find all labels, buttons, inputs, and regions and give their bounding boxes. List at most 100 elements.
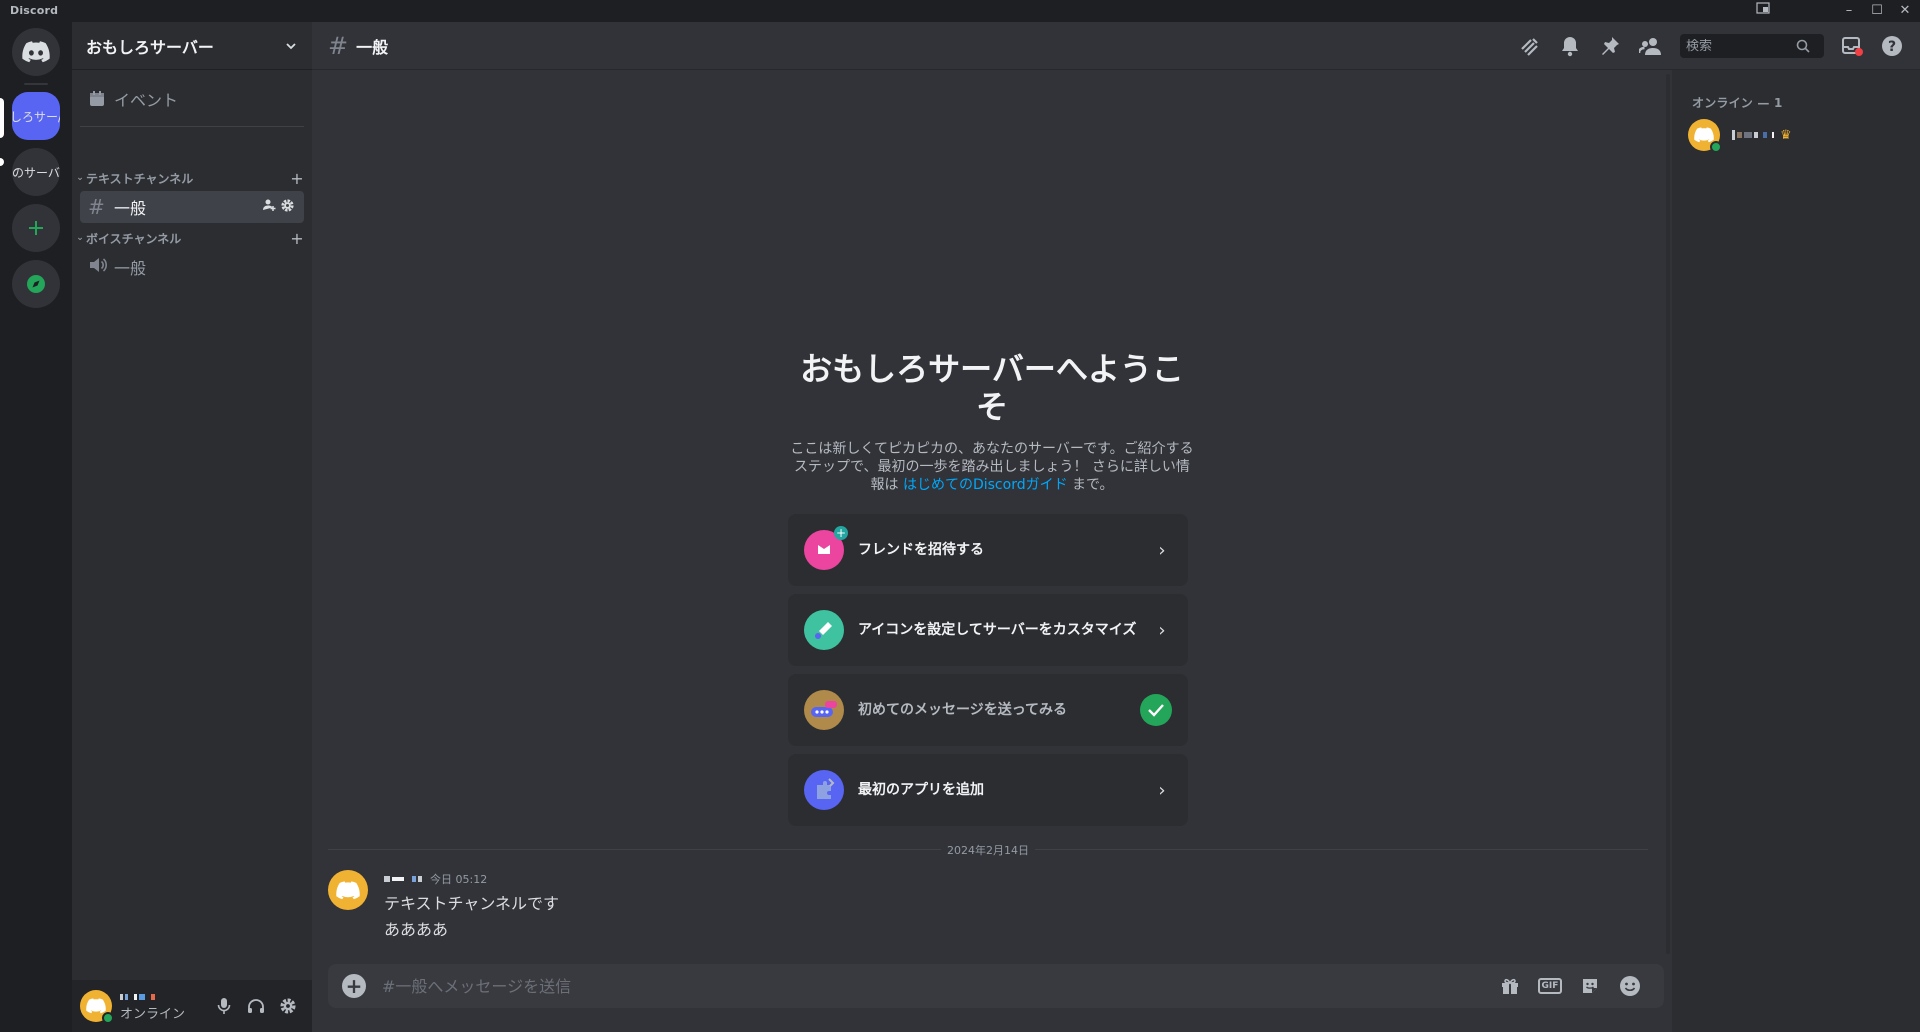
- add-server-button[interactable]: [12, 204, 60, 252]
- chat-scrollbar[interactable]: [1666, 74, 1670, 954]
- gif-label: GIF: [1537, 978, 1563, 994]
- gift-icon[interactable]: [1490, 974, 1530, 998]
- welcome-desc-tail: まで。: [1067, 477, 1114, 493]
- title-bar: Discord – ☐ ✕: [0, 0, 1920, 22]
- sticker-icon[interactable]: [1570, 974, 1610, 998]
- emoji-icon[interactable]: [1610, 974, 1650, 998]
- channel-title: 一般: [356, 37, 389, 57]
- message-line: テキストチャンネルです: [384, 894, 560, 913]
- add-app-card[interactable]: 最初のアプリを追加 ›: [788, 754, 1188, 826]
- online-status-dot: [1710, 141, 1722, 153]
- speaker-icon: [88, 255, 114, 279]
- checkmark-icon: [1140, 694, 1172, 726]
- welcome-description: ここは新しくてピカピカの、あなたのサーバーです。ご紹介するステップで、最初の一歩…: [788, 440, 1196, 494]
- rail-divider: [24, 83, 48, 85]
- customize-server-card[interactable]: アイコンを設定してサーバーをカスタマイズ ›: [788, 594, 1188, 666]
- discord-logo-icon: [86, 998, 106, 1014]
- hash-icon: #: [328, 31, 349, 60]
- member-list: オンライン — 1 ♛: [1672, 70, 1920, 1032]
- app-title: Discord: [10, 4, 59, 17]
- invite-icon[interactable]: [260, 198, 278, 216]
- avatar[interactable]: [80, 990, 114, 1024]
- search-icon: [1796, 39, 1810, 53]
- mute-button[interactable]: [208, 990, 240, 1022]
- gear-icon[interactable]: [278, 198, 296, 217]
- chevron-down-icon: [286, 42, 296, 49]
- create-channel-button[interactable]: +: [288, 169, 306, 188]
- chevron-down-icon: ⌄: [76, 233, 84, 243]
- home-button[interactable]: [12, 28, 60, 76]
- chevron-right-icon: ›: [1158, 779, 1166, 801]
- server-label: のサーバ: [12, 165, 60, 180]
- user-info[interactable]: オンライン: [120, 991, 208, 1022]
- svg-text:?: ?: [1888, 39, 1896, 55]
- category-voice-channels[interactable]: ⌄ ボイスチャンネル +: [74, 228, 306, 248]
- window-mode-icon[interactable]: [1748, 0, 1778, 22]
- inbox-icon[interactable]: [1840, 34, 1864, 58]
- message-line: ああああ: [384, 920, 449, 939]
- close-button[interactable]: ✕: [1890, 0, 1920, 22]
- message-composer: + GIF: [328, 964, 1664, 1008]
- events-link[interactable]: イベント: [80, 82, 304, 116]
- chat-area: おもしろサーバーへようこそ ここは新しくてピカピカの、あなたのサーバーです。ご紹…: [312, 70, 1672, 1032]
- upload-plus-button[interactable]: +: [342, 974, 366, 998]
- hash-icon: #: [88, 195, 105, 219]
- plus-icon: [29, 221, 43, 235]
- avatar[interactable]: [328, 870, 368, 910]
- bell-icon[interactable]: [1558, 34, 1582, 58]
- compass-icon: [27, 275, 45, 293]
- search-box[interactable]: [1680, 34, 1824, 58]
- chevron-right-icon: ›: [1158, 619, 1166, 641]
- member-name-pixelated: ♛: [1732, 127, 1792, 143]
- app-puzzle-icon: [804, 770, 844, 810]
- minimize-button[interactable]: –: [1834, 0, 1864, 22]
- members-icon[interactable]: [1638, 34, 1662, 58]
- user-settings-button[interactable]: [272, 990, 304, 1022]
- threads-icon[interactable]: [1518, 34, 1542, 58]
- server-omoshiro[interactable]: しろサー/: [12, 92, 60, 140]
- pin-icon[interactable]: [1598, 34, 1622, 58]
- beginner-guide-link[interactable]: はじめてのDiscordガイド: [903, 477, 1068, 493]
- category-label: テキストチャンネル: [86, 171, 194, 186]
- unread-pill: [0, 158, 4, 166]
- server-rail: しろサー/ のサーバ: [0, 22, 72, 1032]
- category-label: ボイスチャンネル: [86, 231, 182, 246]
- chevron-right-icon: ›: [1158, 539, 1166, 561]
- help-icon[interactable]: ?: [1880, 34, 1904, 58]
- discord-logo-icon: [1694, 127, 1714, 143]
- channel-label: 一般: [114, 199, 147, 218]
- deafen-button[interactable]: [240, 990, 272, 1022]
- chevron-down-icon: ⌄: [76, 173, 84, 183]
- card-label: 最初のアプリを追加: [858, 781, 984, 798]
- user-status: オンライン: [120, 1006, 186, 1022]
- message-bubble-icon: [804, 690, 844, 730]
- explore-button[interactable]: [12, 260, 60, 308]
- create-channel-button[interactable]: +: [288, 229, 306, 248]
- card-label: アイコンを設定してサーバーをカスタマイズ: [858, 621, 1137, 638]
- crown-icon: ♛: [1780, 127, 1792, 143]
- member-item[interactable]: ♛: [1680, 114, 1912, 156]
- calendar-icon: [90, 91, 104, 106]
- card-label: フレンドを招待する: [858, 541, 984, 558]
- gif-button[interactable]: GIF: [1530, 974, 1570, 998]
- channel-general-voice[interactable]: 一般: [80, 251, 304, 283]
- channel-header: # 一般 ?: [312, 22, 1920, 70]
- message-input[interactable]: [382, 976, 1490, 996]
- invite-friends-card[interactable]: + フレンドを招待する ›: [788, 514, 1188, 586]
- guild-header[interactable]: おもしろサーバー: [72, 22, 312, 70]
- maximize-button[interactable]: ☐: [1862, 0, 1892, 22]
- channel-general-text[interactable]: # 一般: [80, 191, 304, 223]
- category-text-channels[interactable]: ⌄ テキストチャンネル +: [74, 168, 306, 188]
- selected-server-pill: [0, 98, 4, 138]
- username-pixelated[interactable]: [384, 876, 390, 882]
- gear-icon: [280, 998, 296, 1014]
- user-panel: オンライン: [72, 980, 312, 1032]
- invite-friends-icon: +: [804, 526, 848, 570]
- first-message-card[interactable]: 初めてのメッセージを送ってみる: [788, 674, 1188, 746]
- search-input[interactable]: [1686, 38, 1796, 54]
- server-second[interactable]: のサーバ: [12, 148, 60, 196]
- welcome-title: おもしろサーバーへようこそ: [800, 350, 1184, 426]
- card-label: 初めてのメッセージを送ってみる: [858, 701, 1068, 718]
- channel-sidebar: おもしろサーバー イベント ⌄ テキストチャンネル + # 一般 ⌄ ボイスチャ…: [72, 22, 312, 1032]
- avatar: [1688, 119, 1722, 153]
